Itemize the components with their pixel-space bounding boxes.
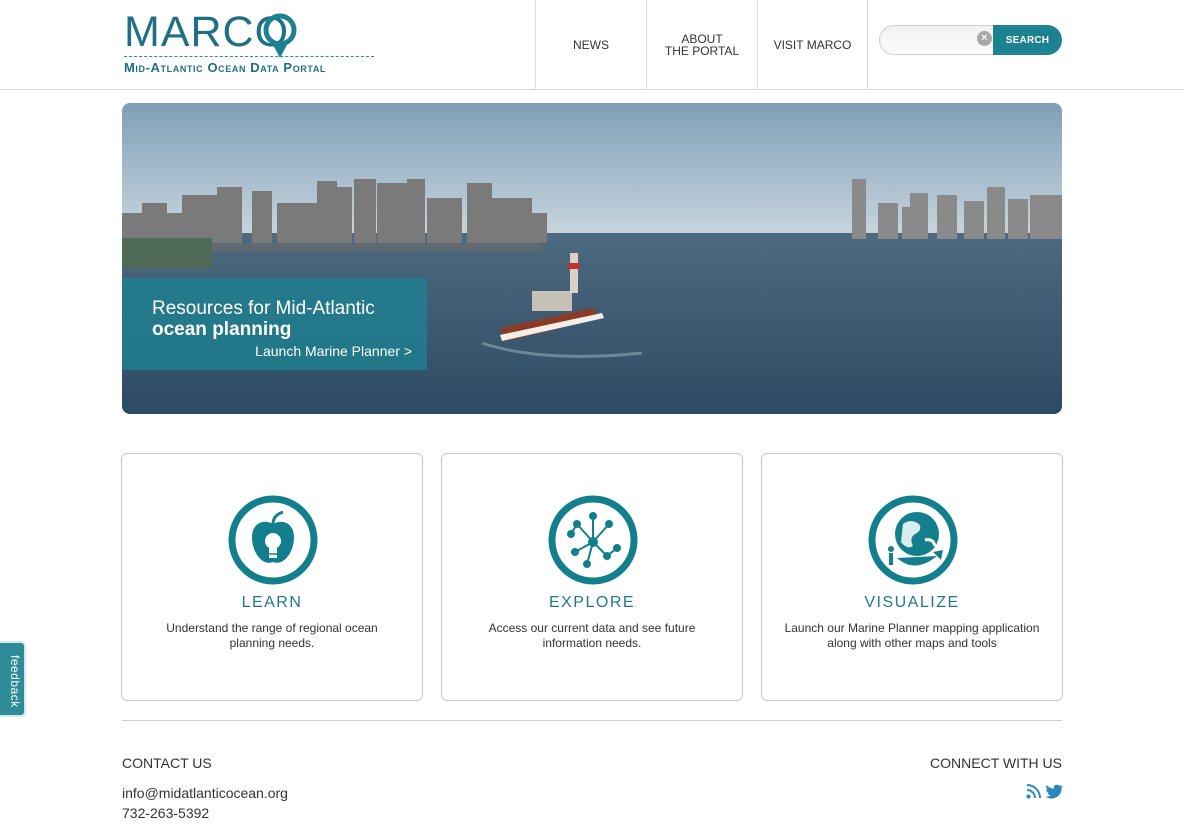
globe-person-icon bbox=[868, 495, 958, 585]
hero-banner: Resources for Mid-Atlantic ocean plannin… bbox=[122, 103, 1062, 414]
hero-headline-bold: ocean planning bbox=[152, 319, 292, 340]
card-explore-description: Access our current data and see future i… bbox=[488, 621, 696, 650]
card-visualize-description: Launch our Marine Planner mapping applic… bbox=[784, 621, 1040, 650]
connect-with-us-heading: CONNECT WITH US bbox=[930, 755, 1062, 771]
card-visualize[interactable]: VISUALIZE Launch our Marine Planner mapp… bbox=[761, 453, 1063, 701]
search-button[interactable]: SEARCH bbox=[993, 25, 1062, 55]
feedback-label: feedback bbox=[8, 654, 22, 708]
card-learn-description: Understand the range of regional ocean p… bbox=[166, 621, 378, 650]
footer-divider bbox=[122, 720, 1062, 721]
card-visualize-title: VISUALIZE bbox=[864, 594, 960, 611]
twitter-icon[interactable] bbox=[1045, 784, 1063, 799]
nav-about-the-portal[interactable]: ABOUT THE PORTAL bbox=[646, 0, 757, 89]
marco-logo[interactable]: MARCO Mid-Atlantic Ocean Data Portal bbox=[122, 6, 378, 82]
nav-about-label: ABOUT THE PORTAL bbox=[665, 33, 739, 57]
nav-visit-marco[interactable]: VISIT MARCO bbox=[757, 0, 868, 89]
logo-subtitle: Mid-Atlantic Ocean Data Portal bbox=[124, 60, 327, 75]
rss-icon[interactable] bbox=[1026, 784, 1041, 799]
search-box: × SEARCH bbox=[879, 25, 1062, 55]
hero-headline: Resources for Mid-Atlantic bbox=[152, 298, 375, 319]
contact-us-heading: CONTACT US bbox=[122, 755, 212, 771]
network-icon bbox=[548, 495, 638, 585]
feedback-tab[interactable]: feedback bbox=[0, 641, 26, 717]
contact-email-link[interactable]: info@midatlanticocean.org bbox=[122, 785, 288, 801]
lightbulb-apple-icon bbox=[228, 495, 318, 585]
main-nav: NEWS ABOUT THE PORTAL VISIT MARCO bbox=[535, 0, 868, 89]
contact-phone: 732-263-5392 bbox=[122, 805, 210, 821]
card-learn[interactable]: LEARN Understand the range of regional o… bbox=[121, 453, 423, 701]
card-learn-title: LEARN bbox=[241, 594, 303, 611]
site-header: MARCO Mid-Atlantic Ocean Data Portal NEW… bbox=[0, 0, 1184, 90]
nav-news[interactable]: NEWS bbox=[535, 0, 646, 89]
logo-divider bbox=[124, 56, 374, 57]
clear-search-icon[interactable]: × bbox=[977, 31, 992, 46]
launch-marine-planner-link[interactable]: Launch Marine Planner > bbox=[255, 343, 412, 359]
hero-caption: Resources for Mid-Atlantic ocean plannin… bbox=[122, 278, 427, 370]
nav-about-line2: THE PORTAL bbox=[664, 43, 740, 58]
card-explore-title: EXPLORE bbox=[548, 594, 636, 611]
nav-news-label: NEWS bbox=[573, 37, 609, 52]
nav-visit-label: VISIT MARCO bbox=[773, 37, 852, 52]
card-explore[interactable]: EXPLORE Access our current data and see … bbox=[441, 453, 743, 701]
